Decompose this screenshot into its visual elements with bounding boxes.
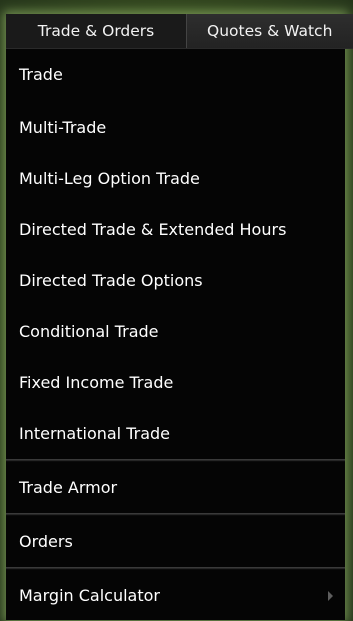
- menu-item-orders[interactable]: Orders: [6, 516, 345, 567]
- menu-item-fixed-income-trade[interactable]: Fixed Income Trade: [6, 357, 345, 408]
- tab-bar: Trade & Orders Quotes & Watch: [6, 14, 353, 49]
- menu-item-label: Margin Calculator: [19, 586, 160, 605]
- menu-item-margin-calculator[interactable]: Margin Calculator: [6, 570, 345, 621]
- menu-items: Trade Multi-Trade Multi-Leg Option Trade…: [6, 48, 345, 621]
- chevron-right-icon: [328, 590, 333, 601]
- menu-item-directed-trade-options[interactable]: Directed Trade Options: [6, 255, 345, 306]
- menu-item-conditional-trade[interactable]: Conditional Trade: [6, 306, 345, 357]
- menu-item-trade[interactable]: Trade: [6, 48, 345, 102]
- menu-item-multi-trade[interactable]: Multi-Trade: [6, 102, 345, 153]
- menu-item-multi-leg-option-trade[interactable]: Multi-Leg Option Trade: [6, 153, 345, 204]
- menu-item-trade-armor[interactable]: Trade Armor: [6, 462, 345, 513]
- tab-trade-orders[interactable]: Trade & Orders: [6, 14, 187, 48]
- menu-item-directed-trade-extended-hours[interactable]: Directed Trade & Extended Hours: [6, 204, 345, 255]
- tab-quotes-watch[interactable]: Quotes & Watch: [187, 14, 353, 48]
- menu-item-international-trade[interactable]: International Trade: [6, 408, 345, 459]
